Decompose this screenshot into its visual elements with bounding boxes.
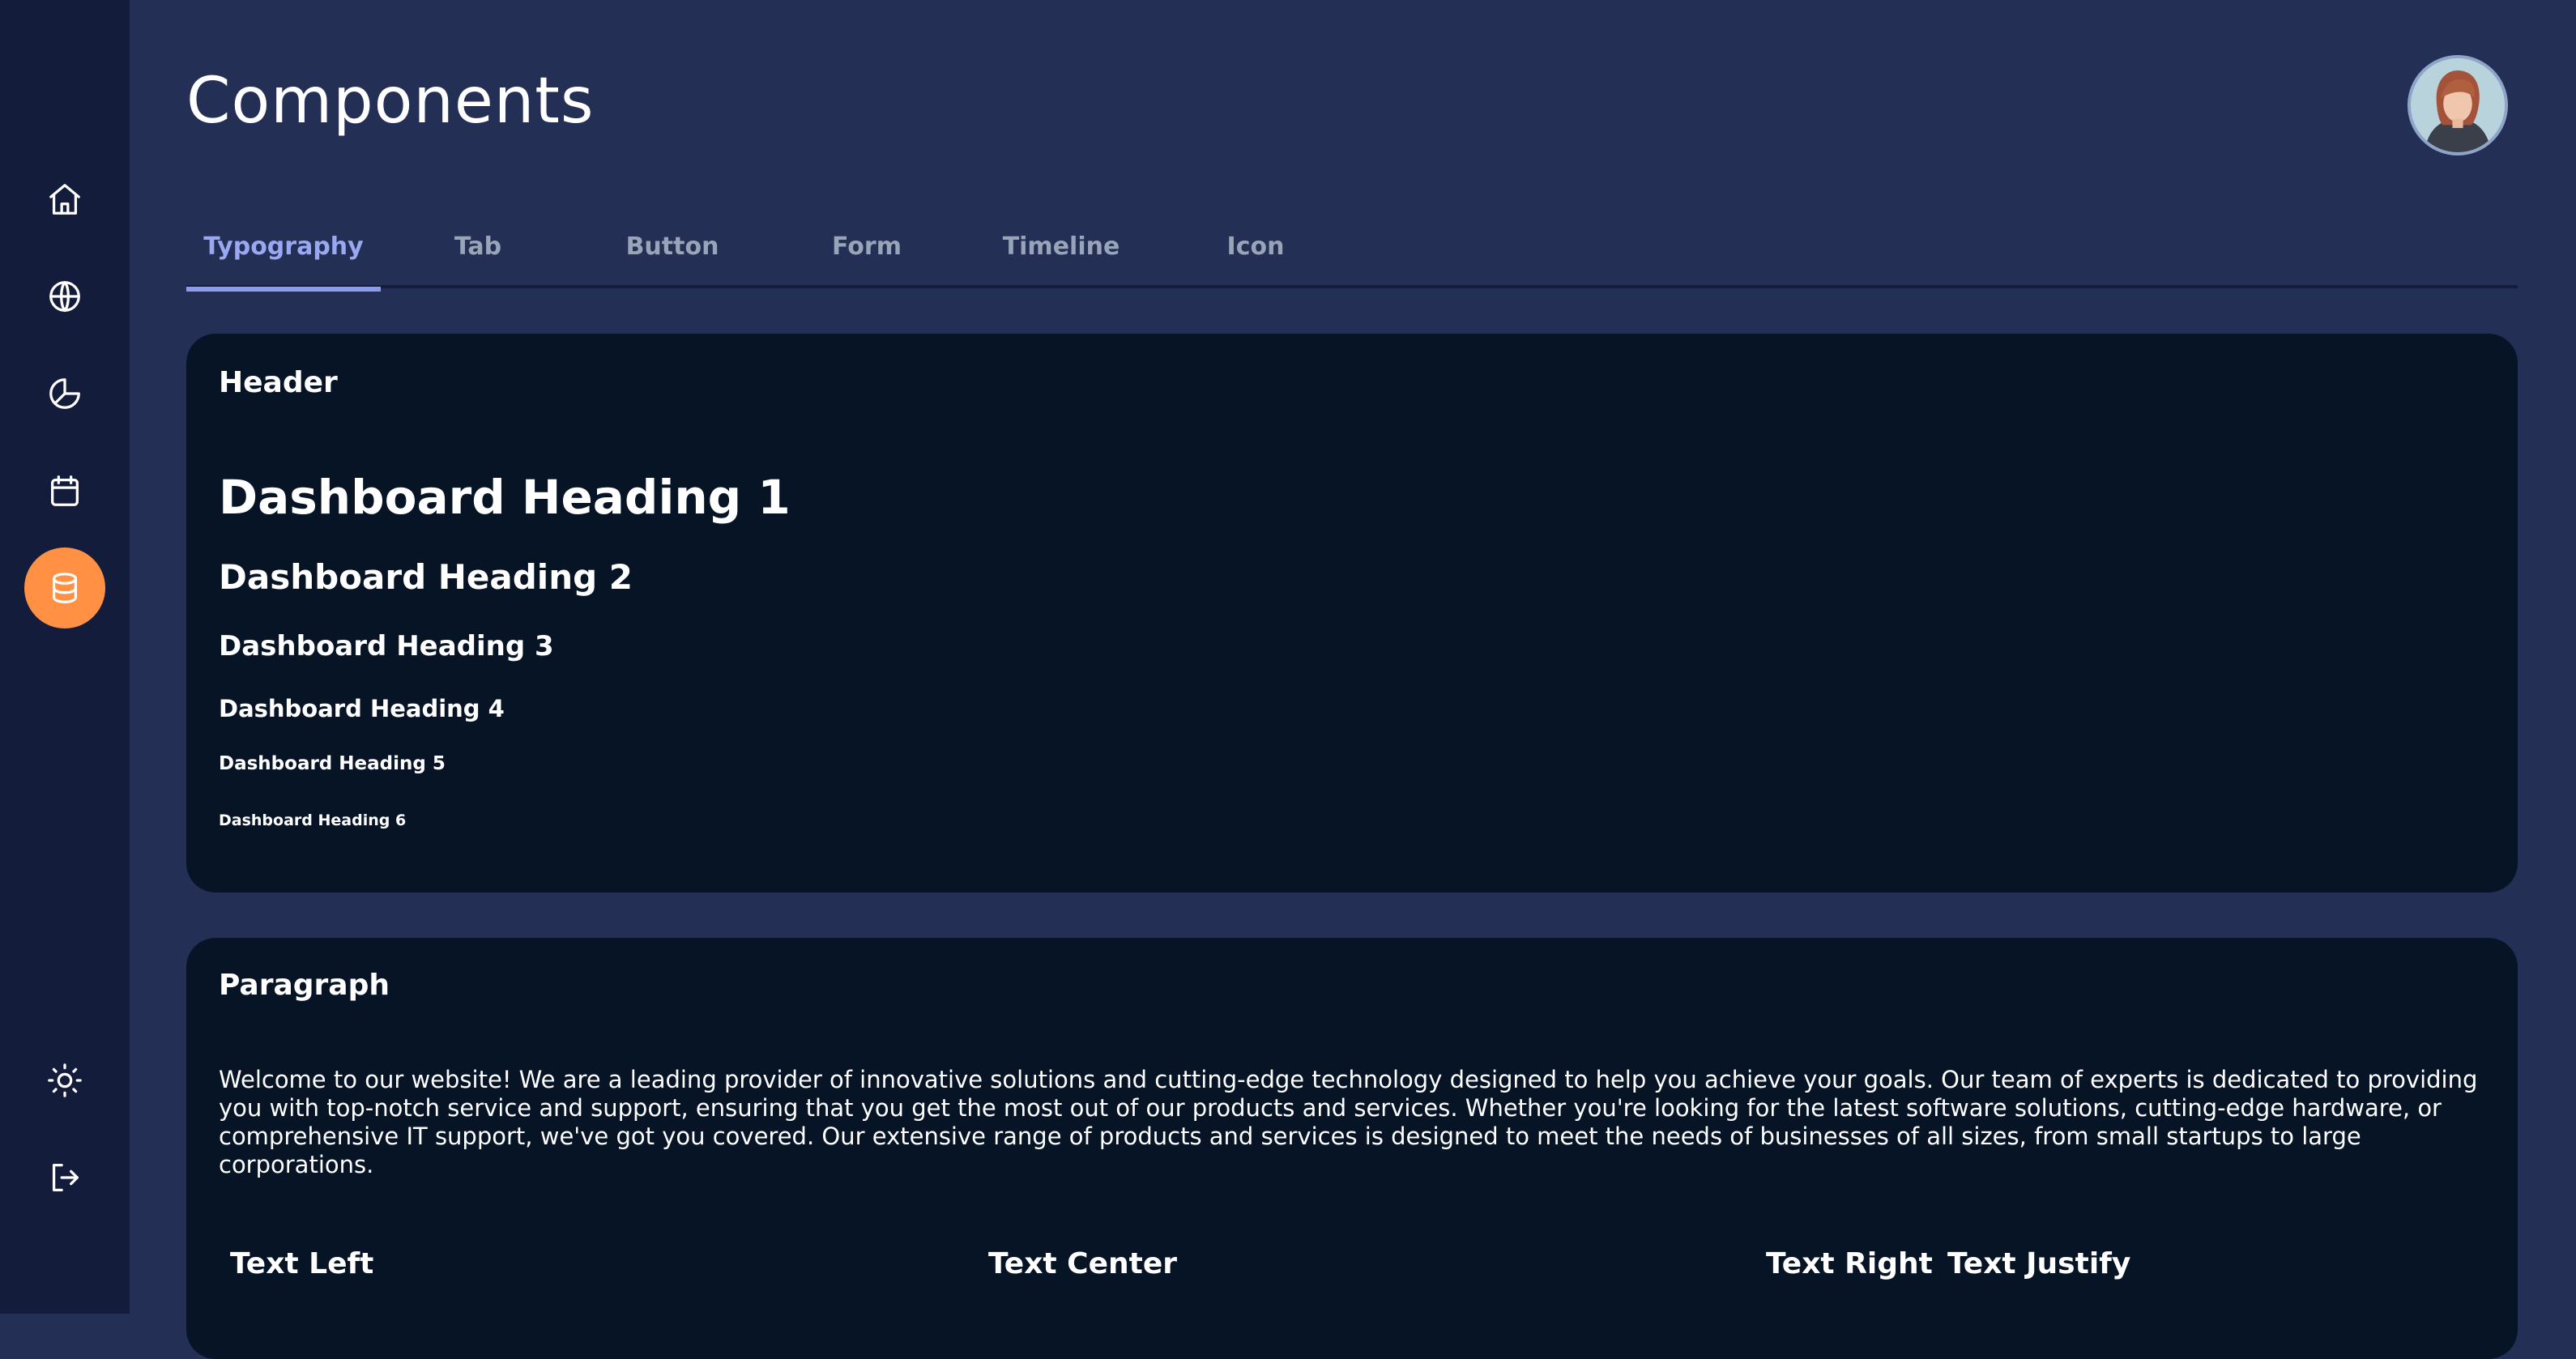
header-card: Header Dashboard Heading 1 Dashboard Hea… — [186, 334, 2518, 893]
sidebar-item-components[interactable] — [24, 547, 105, 628]
tab-bar: Typography Tab Button Form Timeline Icon — [186, 204, 2518, 292]
logout-icon — [52, 1164, 79, 1191]
logout-button[interactable] — [24, 1137, 105, 1218]
pie-chart-icon — [49, 378, 80, 409]
paragraph-text: Welcome to our website! We are a leading… — [219, 1066, 2478, 1178]
paragraph-card: Paragraph Welcome to our website! We are… — [186, 938, 2518, 1359]
sidebar-item-home[interactable] — [24, 159, 105, 240]
heading-3: Dashboard Heading 3 — [219, 630, 554, 662]
user-avatar-icon — [2411, 58, 2505, 152]
main-content: Components Typography Tab Button Form Ti… — [130, 0, 2576, 1359]
heading-6: Dashboard Heading 6 — [219, 812, 407, 829]
tab-typography[interactable]: Typography — [186, 204, 381, 292]
home-icon — [49, 184, 80, 215]
text-center-title: Text Center — [988, 1247, 1177, 1280]
tab-timeline[interactable]: Timeline — [964, 204, 1158, 288]
heading-1: Dashboard Heading 1 — [219, 470, 791, 525]
tab-tab[interactable]: Tab — [381, 204, 575, 288]
page-title: Components — [186, 65, 595, 138]
sidebar-item-calendar[interactable] — [24, 450, 105, 531]
database-icon — [52, 573, 78, 603]
globe-icon — [49, 281, 80, 312]
text-justify-title: Text Justify — [1947, 1247, 2131, 1280]
sun-icon — [48, 1063, 82, 1097]
calendar-icon — [51, 475, 79, 506]
sidebar-item-analytics[interactable] — [24, 353, 105, 434]
sidebar-item-globe[interactable] — [24, 256, 105, 337]
heading-2: Dashboard Heading 2 — [219, 557, 633, 597]
heading-5: Dashboard Heading 5 — [219, 753, 446, 774]
sidebar — [0, 0, 130, 1314]
heading-4: Dashboard Heading 4 — [219, 695, 505, 722]
card-title: Header — [219, 366, 338, 399]
card-title: Paragraph — [219, 969, 390, 1002]
tab-form[interactable]: Form — [770, 204, 964, 288]
theme-toggle-button[interactable] — [24, 1040, 105, 1121]
tab-icon[interactable]: Icon — [1158, 204, 1353, 288]
text-left-title: Text Left — [230, 1247, 374, 1280]
text-right-title: Text Right — [1766, 1247, 1933, 1280]
tab-button[interactable]: Button — [575, 204, 770, 288]
avatar[interactable] — [2408, 55, 2508, 155]
